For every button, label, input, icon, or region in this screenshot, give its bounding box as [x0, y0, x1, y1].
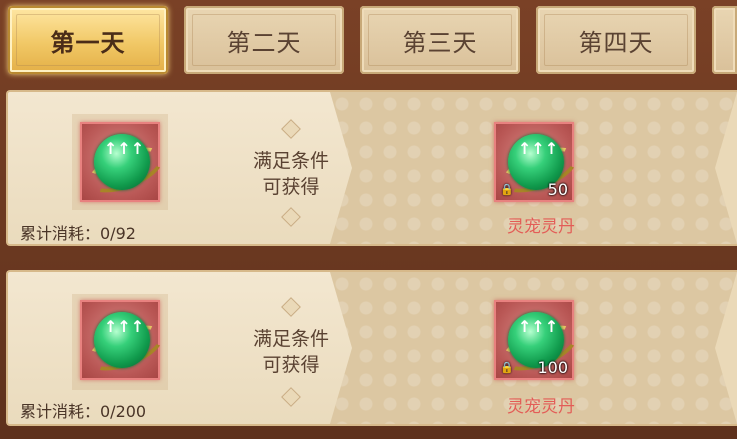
tab-label: 第一天: [50, 28, 126, 57]
progress-label: 累计消耗：0/200: [20, 402, 147, 421]
condition-text: 可获得: [262, 176, 320, 198]
condition-item-slot[interactable]: ↑↑↑: [80, 300, 170, 380]
diamond-ornament: [281, 119, 301, 139]
tab-day-4[interactable]: 第四天: [536, 6, 696, 74]
condition-text: 满足条件: [252, 150, 329, 172]
reward-name: 灵宠灵丹: [507, 217, 575, 237]
diamond-ornament: [281, 387, 301, 407]
tab-label: 第二天: [226, 28, 302, 57]
reward-count: 100: [537, 358, 568, 377]
tab-day-2[interactable]: 第二天: [184, 6, 344, 74]
lock-icon: 🔒: [500, 361, 514, 374]
arrow-up-icon: ↑↑↑: [518, 317, 559, 336]
condition-text: 可获得: [262, 354, 320, 376]
reward-item-slot[interactable]: ↑↑↑ 🔒 100: [494, 300, 584, 380]
arrow-up-icon: ↑↑↑: [518, 139, 559, 158]
arrow-up-icon: ↑↑↑: [104, 317, 145, 336]
day-tabs: 第一天 第二天 第三天 第四天: [0, 0, 737, 82]
condition-item-slot[interactable]: ↑↑↑: [80, 122, 170, 202]
reward-row: ↑↑↑ 满足条件 可获得 累计消耗：0/92 ↑↑↑ 🔒 50 灵宠灵丹: [6, 90, 737, 246]
arrow-up-icon: ↑↑↑: [104, 139, 145, 158]
condition-text: 满足条件: [252, 328, 329, 350]
lock-icon: 🔒: [500, 183, 514, 196]
reward-count: 50: [547, 180, 568, 199]
diamond-ornament: [281, 297, 301, 317]
progress-label: 累计消耗：0/92: [20, 224, 136, 243]
tab-day-3[interactable]: 第三天: [360, 6, 520, 74]
tab-label: 第四天: [578, 28, 654, 57]
diamond-ornament: [281, 207, 301, 227]
event-panel: 第一天 第二天 第三天 第四天 ↑↑↑ 满足条件 可获得 累计消耗：0/92 ↑: [0, 0, 737, 439]
reward-item-slot[interactable]: ↑↑↑ 🔒 50: [494, 122, 584, 202]
reward-row: ↑↑↑ 满足条件 可获得 累计消耗：0/200 ↑↑↑ 🔒 100 灵宠灵丹: [6, 270, 737, 426]
reward-name: 灵宠灵丹: [507, 397, 575, 417]
tab-label: 第三天: [402, 28, 478, 57]
tab-day-next-partial[interactable]: [712, 6, 737, 74]
tab-day-1[interactable]: 第一天: [8, 6, 168, 74]
